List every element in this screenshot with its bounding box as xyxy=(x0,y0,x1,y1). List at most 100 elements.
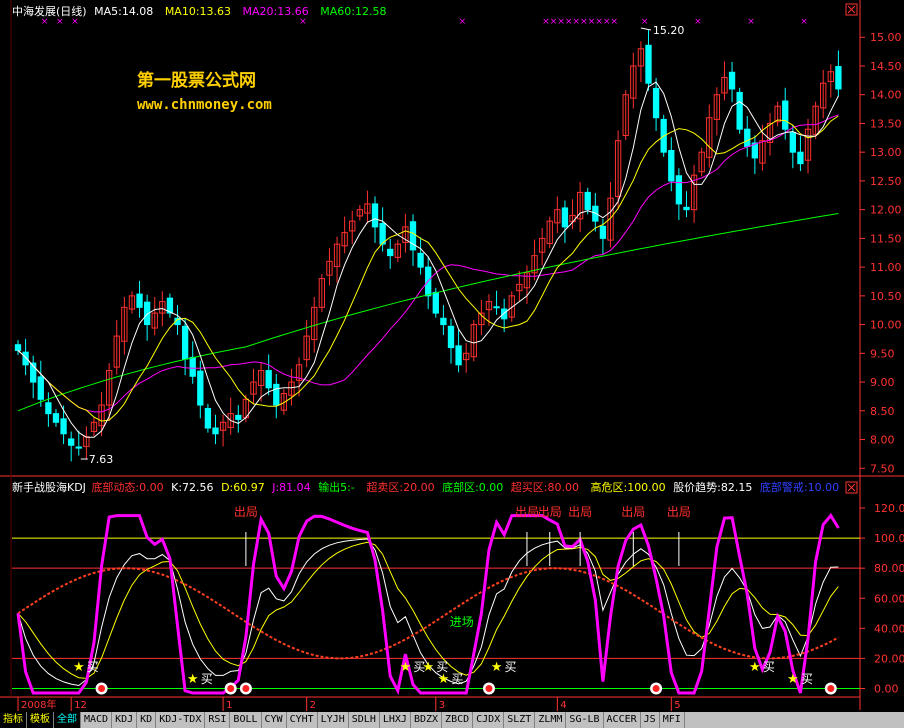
candle-body xyxy=(22,351,29,366)
tab-mfi[interactable]: MFI xyxy=(660,712,685,728)
buy-star-icon: ★ xyxy=(491,660,503,675)
candle-body xyxy=(683,206,690,211)
candle-body xyxy=(273,383,280,406)
tab-cyht[interactable]: CYHT xyxy=(287,712,318,728)
buy-star-icon: ★ xyxy=(749,660,761,675)
ind-k: K:72.56 xyxy=(171,481,214,494)
candle-body xyxy=(204,407,212,429)
candle-body xyxy=(599,225,607,239)
watermark: 第一股票公式网 www.chnmoney.com xyxy=(137,66,272,113)
marker-icon: × xyxy=(641,17,649,27)
ind-bottom-dynamic: 底部动态:0.00 xyxy=(91,481,164,494)
y-tick-label-1: 8.00 xyxy=(870,434,895,447)
candle-body xyxy=(212,427,219,435)
time-label-0: 2008年 xyxy=(21,698,56,711)
tab-js[interactable]: JS xyxy=(641,712,660,728)
ind-name: 新手战股海KDJ xyxy=(12,481,86,494)
marker-icon: × xyxy=(550,17,558,27)
tab-sdlh[interactable]: SDLH xyxy=(349,712,380,728)
tab-macd[interactable]: MACD xyxy=(81,712,113,728)
tab-lhxj[interactable]: LHXJ xyxy=(380,712,411,728)
ind-oversold: 超卖区:20.00 xyxy=(366,481,435,494)
marker-icon: × xyxy=(459,17,467,27)
candle-body xyxy=(37,376,44,400)
candle-body xyxy=(736,91,743,130)
candle-body xyxy=(432,291,439,314)
tab-kdj-tdx[interactable]: KDJ-TDX xyxy=(156,712,206,728)
buy-label: 买 xyxy=(763,660,775,674)
candle-body xyxy=(387,248,394,257)
buy-label: 买 xyxy=(505,660,517,674)
tab-zbcd[interactable]: ZBCD xyxy=(442,712,474,728)
candle-body xyxy=(668,149,675,182)
marker-icon: × xyxy=(800,17,808,27)
buy-star-icon: ★ xyxy=(422,660,434,675)
tab-kdj[interactable]: KDJ xyxy=(112,712,138,728)
tab-kd[interactable]: KD xyxy=(137,712,157,728)
tab-lyjh[interactable]: LYJH xyxy=(318,712,349,728)
marker-icon: × xyxy=(747,17,755,27)
tab-bdzx[interactable]: BDZX xyxy=(411,712,443,728)
ind-output5: 输出5:- xyxy=(318,481,355,494)
ind-d: D:60.97 xyxy=(221,481,265,494)
time-label-2: 1 xyxy=(226,700,232,711)
ind-danger-zone: 高危区:100.00 xyxy=(590,481,666,494)
tab-rsi[interactable]: RSI xyxy=(205,712,231,728)
y-tick-label-0: 7.50 xyxy=(870,462,895,475)
ind-overbought: 超买区:80.00 xyxy=(510,481,579,494)
ind-y-tick-label-6: 120.00 xyxy=(874,502,904,515)
candle-body xyxy=(561,207,569,228)
y-tick-label-15: 15.00 xyxy=(870,31,902,44)
buy-label: 买 xyxy=(201,672,213,686)
y-tick-label-12: 13.50 xyxy=(870,117,902,130)
y-tick-label-8: 11.50 xyxy=(870,232,902,245)
marker-icon: × xyxy=(557,17,565,27)
tab-cyw[interactable]: CYW xyxy=(262,712,287,728)
y-tick-label-9: 12.00 xyxy=(870,204,902,217)
ma5-value: MA5:14.08 xyxy=(94,5,154,18)
y-tick-label-11: 13.00 xyxy=(870,146,902,159)
signal-dot-icon xyxy=(827,684,835,692)
chart-title: 中海发展(日线) xyxy=(12,5,87,18)
candle-body xyxy=(45,402,52,415)
buy-star-icon: ★ xyxy=(787,672,799,687)
y-tick-label-6: 10.50 xyxy=(870,290,902,303)
tab-accer[interactable]: ACCER xyxy=(604,712,641,728)
tab-cjdx[interactable]: CJDX xyxy=(473,712,505,728)
signal-dot-icon xyxy=(242,684,250,692)
signal-dot-icon xyxy=(98,684,106,692)
ind-trend: 股价趋势:82.15 xyxy=(673,481,753,494)
buy-label: 买 xyxy=(451,672,463,686)
marker-icon: × xyxy=(565,17,573,27)
tab-sg-lb[interactable]: SG-LB xyxy=(566,712,604,728)
tab-全部[interactable]: 全部 xyxy=(54,712,81,728)
marker-icon: × xyxy=(694,17,702,27)
tab-zlmm[interactable]: ZLMM xyxy=(535,712,567,728)
stock-chart: 7.508.008.509.009.5010.0010.5011.0011.50… xyxy=(0,0,904,712)
high-label: 15.20 xyxy=(653,24,685,37)
buy-label: 买 xyxy=(801,672,813,686)
tab-boll[interactable]: BOLL xyxy=(230,712,262,728)
time-label-6: 5 xyxy=(674,700,680,711)
y-tick-label-3: 9.00 xyxy=(870,376,895,389)
marker-icon: × xyxy=(588,17,596,27)
marker-icon: × xyxy=(611,17,619,27)
y-tick-label-4: 9.50 xyxy=(870,347,895,360)
ma20-value: MA20:13.66 xyxy=(242,5,309,18)
candle-body xyxy=(235,414,242,420)
candle-body xyxy=(501,308,508,320)
candle-body xyxy=(455,345,462,366)
time-label-3: 2 xyxy=(310,700,316,711)
buy-star-icon: ★ xyxy=(400,660,412,675)
candle-body xyxy=(835,66,842,90)
candle-body xyxy=(68,438,75,446)
tab-指标[interactable]: 指标 xyxy=(0,712,27,728)
candle-body xyxy=(645,44,652,84)
tab-slzt[interactable]: SLZT xyxy=(504,712,536,728)
candle-body xyxy=(136,293,143,308)
candle-body xyxy=(447,325,455,349)
time-label-5: 4 xyxy=(560,700,566,711)
ind-bottom-alert: 底部警戒:10.00 xyxy=(759,481,840,494)
tab-模板[interactable]: 模板 xyxy=(27,712,54,728)
watermark-url: www.chnmoney.com xyxy=(137,97,272,113)
